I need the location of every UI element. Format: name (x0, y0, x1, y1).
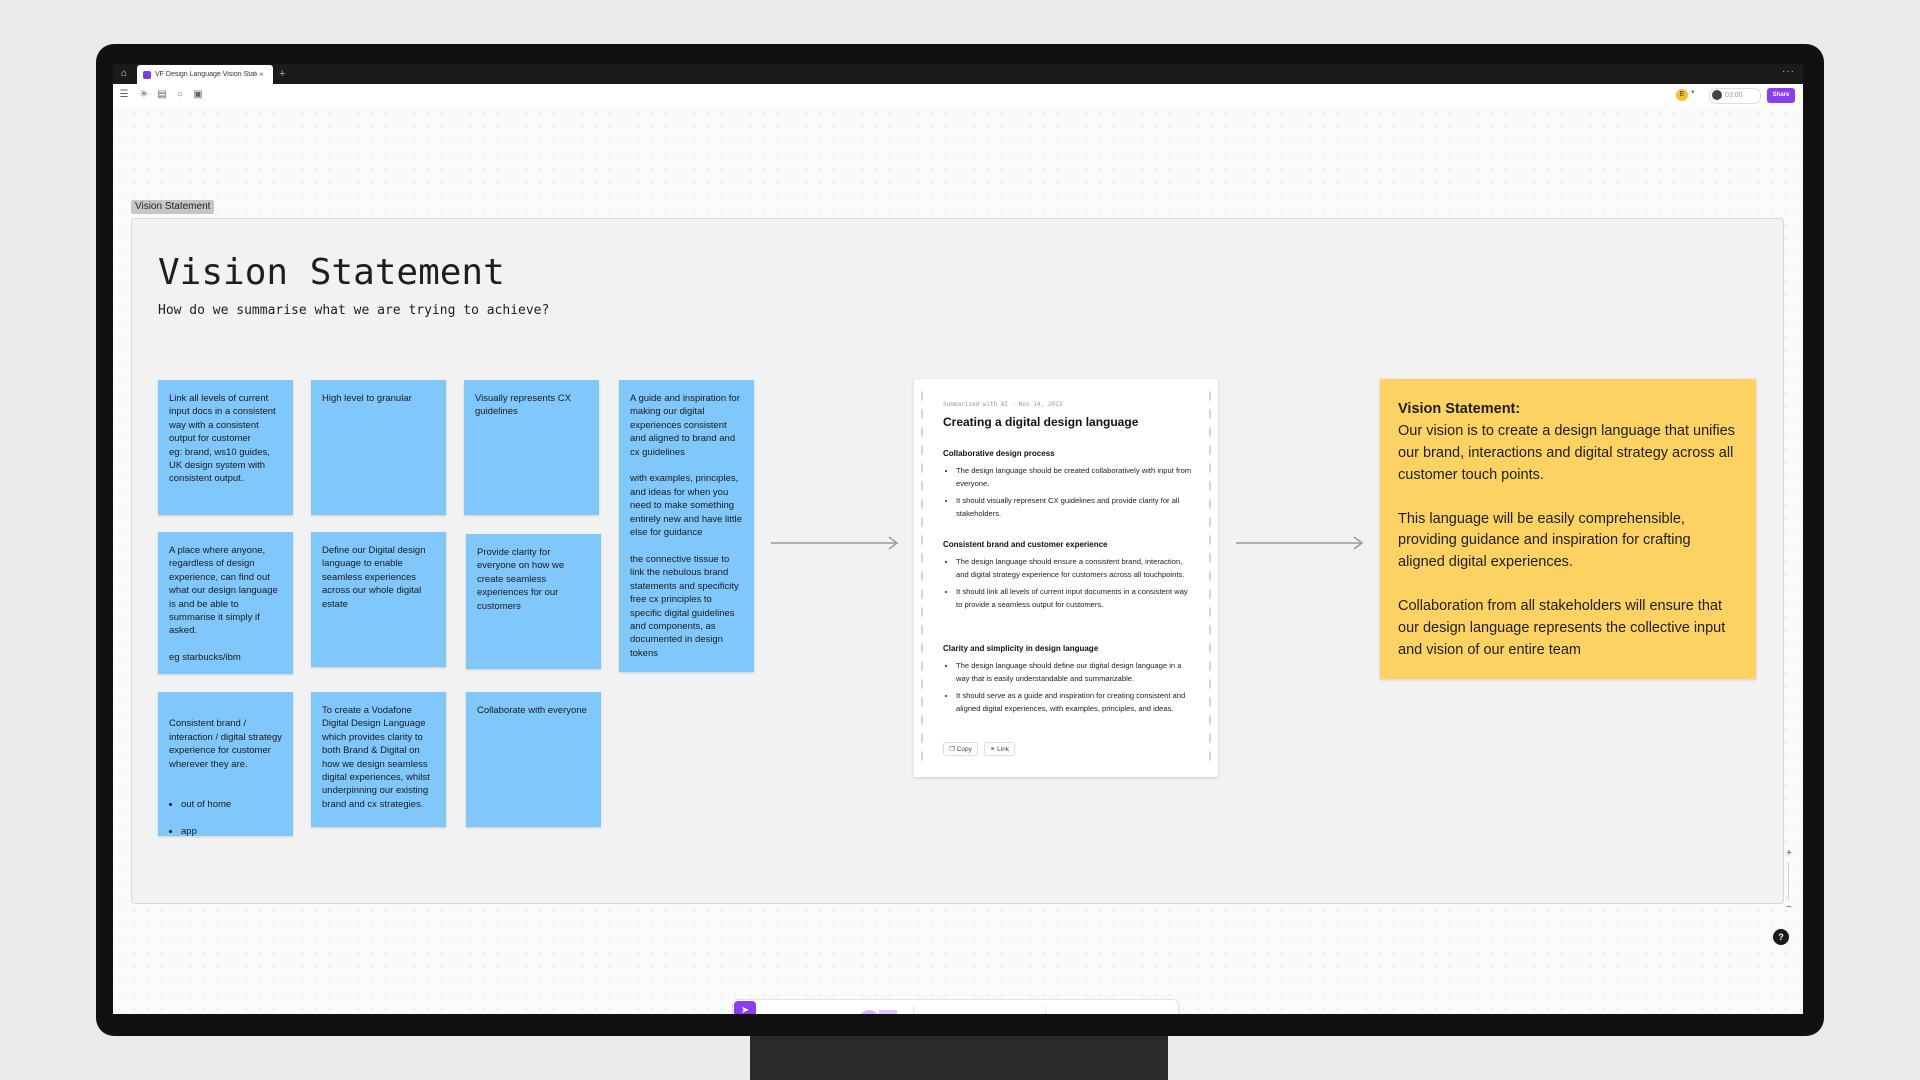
section-title: Clarity and simplicity in design languag… (943, 644, 1099, 653)
copy-icon: ❐ (949, 746, 957, 753)
zoom-out-button[interactable]: − (1783, 902, 1795, 913)
summary-bullet: The design language should ensure a cons… (956, 555, 1193, 582)
ai-summary-section: Clarity and simplicity in design languag… (943, 644, 1193, 719)
stamp-tool-icon[interactable]: ⛃ (1011, 1011, 1037, 1014)
sticky-note-list[interactable]: Consistent brand / interaction / digital… (158, 692, 293, 836)
summary-bullet: It should visually represent CX guidelin… (956, 494, 1193, 521)
ai-summary-meta: Summarized with AI · Nov 14, 2023 (943, 401, 1063, 408)
sticky-note[interactable]: Link all levels of current input docs in… (158, 380, 293, 515)
close-icon[interactable]: × (259, 70, 264, 79)
summary-bullet: It should serve as a guide and inspirati… (956, 689, 1193, 716)
sticky-note[interactable]: To create a Vodafone Digital Design Lang… (311, 692, 446, 827)
summary-bullet: The design language should be created co… (956, 464, 1193, 491)
marker-icon[interactable]: ✎ (763, 1004, 791, 1014)
chevron-down-icon[interactable]: ▾ (1691, 88, 1695, 96)
summary-bullet: The design language should define our di… (956, 659, 1193, 686)
help-button[interactable]: ? (1773, 929, 1789, 945)
zoom-in-button[interactable]: + (1783, 848, 1795, 859)
link-label: Link (997, 746, 1010, 753)
board-canvas[interactable]: Vision Statement Vision Statement How do… (113, 106, 1803, 1014)
text-tool-icon[interactable]: T (921, 1011, 947, 1014)
vision-heading: Vision Statement: (1398, 401, 1521, 417)
pages-icon[interactable]: ▣ (191, 88, 205, 102)
table-tool-icon[interactable]: ▦ (981, 1011, 1007, 1014)
frame-label[interactable]: Vision Statement (131, 200, 215, 214)
zoom-control: + − (1783, 848, 1795, 916)
link-icon: ⚭ (989, 746, 998, 753)
tab-vision-statement[interactable]: VF Design Language Vision Statem × (137, 65, 273, 84)
shape-tool-icon[interactable] (859, 1006, 905, 1014)
link-button[interactable]: ⚭ Link (983, 742, 1016, 756)
sticky-note[interactable]: A guide and inspiration for making our d… (619, 380, 754, 672)
figjam-file-icon (143, 70, 151, 79)
page-title: Vision Statement (158, 252, 505, 293)
layout-icon[interactable]: ▤ (155, 88, 169, 102)
home-icon[interactable]: ⌂ (117, 67, 131, 81)
ai-summary-section: Collaborative design process The design … (943, 449, 1193, 524)
sticky-bullet-list: out of home app website anywhere (169, 784, 282, 836)
toolbar-divider (913, 1006, 914, 1014)
ai-summary-section: Consistent brand and customer experience… (943, 540, 1193, 615)
ai-summary-title: Creating a digital design language (943, 415, 1139, 429)
section-title: Collaborative design process (943, 449, 1055, 458)
connector-arrow[interactable] (1236, 536, 1366, 550)
circle-shape-icon (859, 1010, 879, 1014)
sticky-note[interactable]: Define our Digital design language to en… (311, 532, 446, 667)
monitor-stand (750, 1036, 1168, 1080)
user-avatar[interactable]: E (1676, 89, 1688, 101)
avatar (1712, 90, 1722, 101)
browser-tab-bar: ⌂ VF Design Language Vision Statem × + ·… (113, 64, 1803, 84)
main-menu-icon[interactable]: ☰ (117, 88, 131, 102)
sticky-note[interactable]: High level to granular (311, 380, 446, 515)
section-title: Consistent brand and customer experience (943, 540, 1108, 549)
card-dots-decoration (920, 387, 924, 767)
more-icon[interactable]: ··· (1782, 66, 1795, 77)
cursor-icon[interactable]: ➤ (734, 1001, 756, 1014)
toolbar-divider (1045, 1006, 1046, 1014)
list-item: out of home (181, 798, 282, 811)
square-shape-icon (879, 1010, 897, 1014)
sticky-text: Consistent brand / interaction / digital… (169, 718, 283, 770)
emoji-icon[interactable]: ☻ (1087, 1006, 1117, 1014)
creation-toolbar: ➤ ✋ ✎ T ⬚ ▦ ⛃ ☻ + (732, 999, 1179, 1014)
copy-label: Copy (956, 746, 972, 753)
zoom-slider[interactable] (1788, 862, 1789, 900)
page-subtitle: How do we summarise what we are trying t… (158, 303, 550, 318)
sticky-note[interactable]: Provide clarity for everyone on how we c… (466, 534, 601, 669)
tab-title: VF Design Language Vision Statem (155, 71, 257, 78)
ai-summary-card[interactable]: Summarized with AI · Nov 14, 2023 Creati… (914, 379, 1218, 777)
share-button[interactable]: Share (1767, 88, 1795, 103)
sticky-note[interactable]: Collaborate with everyone (466, 692, 601, 827)
ai-summary-actions: ❐ Copy ⚭ Link (943, 742, 1016, 756)
summary-bullet: It should link all levels of current inp… (956, 585, 1193, 612)
widgets-icon[interactable] (1051, 1008, 1085, 1014)
top-toolbar: ☰ ✳ ▤ ○ ▣ E ▾ 03:00 Share (113, 84, 1803, 107)
vision-body: Our vision is to create a design languag… (1398, 422, 1735, 658)
app-screen: ⌂ VF Design Language Vision Statem × + ·… (113, 64, 1803, 1014)
select-tool-group: ➤ ✋ (733, 1000, 757, 1014)
ai-sparkle-icon[interactable]: ✳ (137, 88, 151, 102)
more-tools-button[interactable]: + (1135, 1011, 1161, 1014)
copy-button[interactable]: ❐ Copy (943, 742, 978, 756)
new-tab-button[interactable]: + (279, 67, 285, 81)
card-dots-decoration (1208, 387, 1212, 767)
section-tool-icon[interactable]: ⬚ (951, 1011, 977, 1014)
sticky-note-tool-icon[interactable] (799, 1010, 851, 1014)
sticky-note[interactable]: A place where anyone, regardless of desi… (158, 532, 293, 674)
connector-arrow[interactable] (771, 536, 901, 550)
timer-value: 03:00 (1725, 92, 1743, 99)
comment-icon[interactable]: ○ (173, 88, 187, 102)
list-item: app (181, 825, 282, 836)
vision-statement-note[interactable]: Vision Statement: Our vision is to creat… (1380, 379, 1756, 679)
sticky-note[interactable]: Visually represents CX guidelines (464, 380, 599, 515)
timer-pill[interactable]: 03:00 (1709, 88, 1761, 104)
